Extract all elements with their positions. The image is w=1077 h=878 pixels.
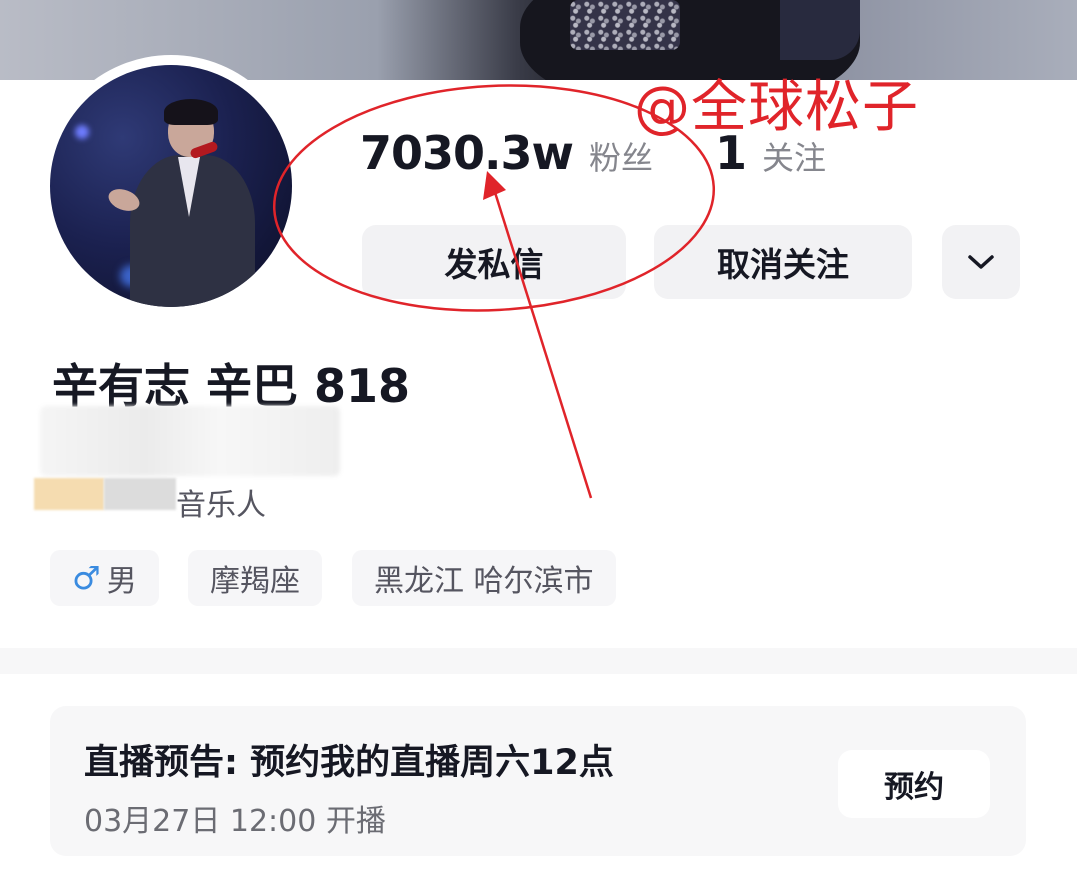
- location-tag: 黑龙江 哈尔滨市: [352, 550, 616, 606]
- redacted-badge: [34, 478, 104, 510]
- profile-role: 音乐人: [176, 488, 266, 523]
- stage-light: [75, 125, 89, 139]
- unfollow-button[interactable]: 取消关注: [654, 225, 912, 299]
- send-message-button[interactable]: 发私信: [362, 225, 626, 299]
- chevron-down-icon: [968, 255, 994, 269]
- reserve-button[interactable]: 预约: [838, 750, 990, 818]
- zodiac-tag: 摩羯座: [188, 550, 322, 606]
- gender-tag: ♂ 男: [50, 550, 159, 606]
- section-divider: [0, 648, 1077, 674]
- watermark: @全球松子: [634, 75, 919, 140]
- more-options-button[interactable]: [942, 225, 1020, 299]
- male-icon: ♂: [72, 559, 101, 597]
- gender-label: 男: [106, 564, 137, 599]
- followers-count[interactable]: 7030.3w: [360, 126, 574, 180]
- redacted-id: [40, 406, 340, 476]
- avatar-person-hair: [164, 99, 218, 125]
- cover-jacket: [780, 0, 860, 60]
- avatar[interactable]: [50, 65, 292, 307]
- live-preview-time: 03月27日 12:00 开播: [84, 804, 386, 839]
- live-preview-title: 直播预告: 预约我的直播周六12点: [84, 743, 614, 783]
- cover-sequin-jacket: [570, 0, 680, 50]
- redacted-badge: [104, 478, 176, 510]
